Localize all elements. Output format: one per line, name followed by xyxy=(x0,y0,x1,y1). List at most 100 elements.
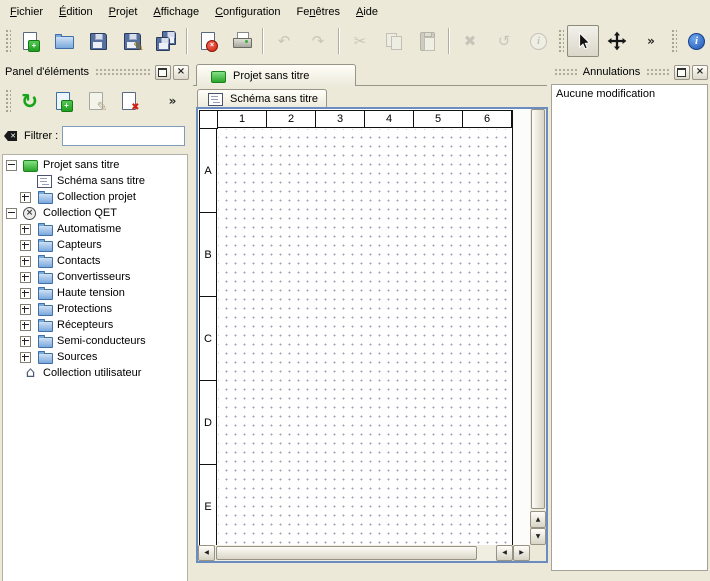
tree-expander-plus[interactable] xyxy=(20,224,31,235)
vertical-scrollbar-thumb[interactable] xyxy=(531,109,545,509)
tree-item-contacts[interactable]: Contacts xyxy=(3,253,187,269)
ruler-rows: ABCDE xyxy=(200,129,217,545)
tree-item-semi-conducteurs[interactable]: Semi-conducteurs xyxy=(3,333,187,349)
project-icon xyxy=(209,68,228,84)
tree-item-collection-projet[interactable]: Collection projet xyxy=(3,189,187,205)
toolbar-handle[interactable] xyxy=(4,28,11,54)
folder-icon xyxy=(35,349,54,365)
ruler-row-label: A xyxy=(200,129,217,213)
tree-expander-minus[interactable] xyxy=(6,208,17,219)
tree-expander-plus[interactable] xyxy=(20,304,31,315)
ruler-column-label: 2 xyxy=(267,111,316,128)
tree-item-capteurs[interactable]: Capteurs xyxy=(3,237,187,253)
horizontal-scrollbar-thumb[interactable] xyxy=(216,546,477,560)
delete-button xyxy=(454,25,486,57)
visualisation-mode-button[interactable] xyxy=(601,25,633,57)
tree-expander-plus[interactable] xyxy=(20,336,31,347)
tree-item-convertisseurs[interactable]: Convertisseurs xyxy=(3,269,187,285)
new-document-button[interactable] xyxy=(14,25,46,57)
dock-grip[interactable] xyxy=(95,68,150,76)
undo-empty-text: Aucune modification xyxy=(556,88,703,100)
printer-icon xyxy=(230,29,254,53)
vertical-scrollbar[interactable] xyxy=(530,109,546,545)
toolbar-handle[interactable] xyxy=(670,28,677,54)
dock-grip[interactable] xyxy=(646,68,669,76)
filter-input[interactable] xyxy=(62,126,185,146)
about-button[interactable] xyxy=(680,25,710,57)
tree-item-schema-sans-titre[interactable]: Schéma sans titre xyxy=(3,173,187,189)
diagram-viewport[interactable]: 123456 ABCDE xyxy=(198,109,530,545)
delete-element-button[interactable] xyxy=(113,86,144,117)
page-new-icon xyxy=(51,89,75,113)
menubar: FichierÉditionProjetAffichageConfigurati… xyxy=(0,0,710,23)
project-icon xyxy=(21,157,40,173)
tree-expander-plus[interactable] xyxy=(20,192,31,203)
tab-project[interactable]: Projet sans titre xyxy=(196,64,356,86)
scroll-down-button[interactable] xyxy=(530,528,546,545)
menu-fenetres[interactable]: Fenêtres xyxy=(289,0,348,23)
tab-diagram[interactable]: Schéma sans titre xyxy=(197,89,327,108)
reload-icon xyxy=(18,89,42,113)
filter-row: Filtrer : xyxy=(4,124,185,148)
toolbar-separator xyxy=(186,28,188,54)
scroll-left-button[interactable] xyxy=(198,545,215,561)
toolbar-handle[interactable] xyxy=(557,28,564,54)
schema-icon xyxy=(35,173,54,189)
dock-grip[interactable] xyxy=(554,68,577,76)
close-undo-panel-button[interactable] xyxy=(692,65,708,80)
redo-button xyxy=(302,25,334,57)
toolbar-extension-button[interactable] xyxy=(635,25,667,57)
diagram-canvas[interactable] xyxy=(218,129,511,545)
toolbar-handle[interactable] xyxy=(4,88,11,114)
tree-expander-plus[interactable] xyxy=(20,288,31,299)
close-elements-panel-button[interactable] xyxy=(173,65,189,80)
reload-collections-button[interactable] xyxy=(14,86,45,117)
tree-item-label: Automatisme xyxy=(54,223,121,235)
elements-panel-titlebar[interactable]: Panel d'éléments xyxy=(2,63,189,81)
tree-item-protections[interactable]: Protections xyxy=(3,301,187,317)
undo-list[interactable]: Aucune modification xyxy=(551,84,708,571)
tree-expander-minus[interactable] xyxy=(6,160,17,171)
tree-item-collection-utilisateur[interactable]: Collection utilisateur xyxy=(3,365,187,381)
save-as-button[interactable] xyxy=(116,25,148,57)
float-elements-panel-button[interactable] xyxy=(155,65,171,80)
print-button[interactable] xyxy=(226,25,258,57)
horizontal-scrollbar[interactable] xyxy=(198,545,530,561)
menu-configuration[interactable]: Configuration xyxy=(207,0,288,23)
open-document-button[interactable] xyxy=(48,25,80,57)
menu-projet[interactable]: Projet xyxy=(101,0,146,23)
scroll-right-button[interactable] xyxy=(513,545,530,561)
tree-expander-plus[interactable] xyxy=(20,240,31,251)
panel-extension-button[interactable] xyxy=(157,86,188,117)
undo-panel-titlebar[interactable]: Annulations xyxy=(551,63,708,81)
tree-expander-plus[interactable] xyxy=(20,352,31,363)
tree-item-automatisme[interactable]: Automatisme xyxy=(3,221,187,237)
tree-item-haute-tension[interactable]: Haute tension xyxy=(3,285,187,301)
folder-icon xyxy=(35,269,54,285)
clear-filter-icon[interactable] xyxy=(4,128,20,144)
tree-item-projet-sans-titre[interactable]: Projet sans titre xyxy=(3,157,187,173)
undo-panel: Annulations Aucune modification xyxy=(549,60,710,581)
menu-fichier[interactable]: Fichier xyxy=(2,0,51,23)
tree-item-label: Protections xyxy=(54,303,112,315)
diagram-view[interactable]: 123456 ABCDE xyxy=(196,107,548,563)
tree-item-recepteurs[interactable]: Récepteurs xyxy=(3,317,187,333)
close-document-button[interactable] xyxy=(192,25,224,57)
scroll-up-button[interactable] xyxy=(530,511,546,528)
menu-edition[interactable]: Édition xyxy=(51,0,101,23)
menu-aide[interactable]: Aide xyxy=(348,0,386,23)
tree-expander-plus[interactable] xyxy=(20,320,31,331)
ruler-column-label: 5 xyxy=(414,111,463,128)
menu-affichage[interactable]: Affichage xyxy=(145,0,207,23)
selection-mode-button[interactable] xyxy=(567,25,599,57)
scroll-left-button-2[interactable] xyxy=(496,545,513,561)
scrollbar-corner xyxy=(530,545,546,561)
save-button[interactable] xyxy=(82,25,114,57)
tree-expander-plus[interactable] xyxy=(20,272,31,283)
tree-expander-plus[interactable] xyxy=(20,256,31,267)
ruler-column-label: 3 xyxy=(316,111,365,128)
float-undo-panel-button[interactable] xyxy=(674,65,690,80)
tree-item-collection-qet[interactable]: Collection QET xyxy=(3,205,187,221)
save-all-button[interactable] xyxy=(150,25,182,57)
new-element-button[interactable] xyxy=(47,86,78,117)
